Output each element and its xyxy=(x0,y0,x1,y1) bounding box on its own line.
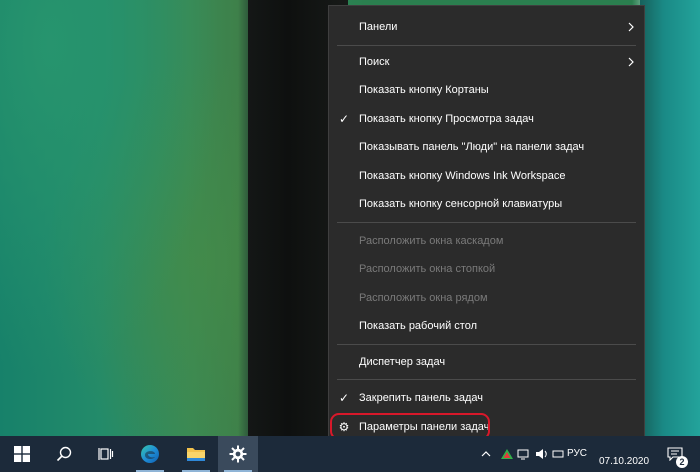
keyboard-icon xyxy=(552,450,564,458)
menu-item-label: Диспетчер задач xyxy=(359,356,446,368)
menu-separator xyxy=(337,45,636,46)
menu-item-panels[interactable]: Панели xyxy=(329,13,644,41)
taskbar-context-menu: Панели Поиск Показать кнопку Кортаны ✓ П… xyxy=(328,5,645,441)
network-icon xyxy=(517,449,529,460)
task-view-icon xyxy=(98,448,114,460)
menu-separator xyxy=(337,222,636,223)
menu-item-stack-windows: Расположить окна стопкой xyxy=(329,255,644,283)
tray-app-button[interactable] xyxy=(498,436,516,472)
wallpaper-water-right xyxy=(640,0,700,436)
menu-item-label: Показать кнопку Кортаны xyxy=(359,84,489,96)
menu-item-label: Показать рабочий стол xyxy=(359,320,478,332)
submenu-arrow-icon xyxy=(628,57,634,67)
wallpaper-water-left xyxy=(0,0,250,436)
gear-icon xyxy=(229,445,247,463)
menu-item-show-cortana-button[interactable]: Показать кнопку Кортаны xyxy=(329,76,644,104)
menu-item-label: Расположить окна каскадом xyxy=(359,235,504,247)
app-tray-icon xyxy=(501,449,513,459)
edge-browser-icon xyxy=(141,445,159,463)
menu-item-search[interactable]: Поиск xyxy=(329,48,644,76)
menu-separator xyxy=(337,379,636,380)
menu-item-side-by-side-windows: Расположить окна рядом xyxy=(329,284,644,312)
menu-item-show-people-panel[interactable]: Показывать панель "Люди" на панели задач xyxy=(329,133,644,161)
menu-item-show-desktop[interactable]: Показать рабочий стол xyxy=(329,312,644,340)
language-indicator[interactable]: РУС xyxy=(567,436,587,472)
input-indicator-button[interactable] xyxy=(550,436,566,472)
notification-count-badge: 2 xyxy=(676,456,688,468)
chevron-up-icon xyxy=(481,451,491,457)
folder-icon xyxy=(187,448,205,461)
menu-item-label: Панели xyxy=(359,21,398,33)
menu-item-label: Расположить окна стопкой xyxy=(359,263,496,275)
settings-button[interactable] xyxy=(218,436,258,472)
menu-item-label: Показать кнопку Просмотра задач xyxy=(359,113,534,125)
checkmark-icon: ✓ xyxy=(338,391,350,405)
network-button[interactable] xyxy=(516,436,532,472)
menu-item-task-manager[interactable]: Диспетчер задач xyxy=(329,348,644,376)
taskbar[interactable]: РУС 07.10.2020 2 xyxy=(0,436,700,472)
menu-item-label: Показать кнопку сенсорной клавиатуры xyxy=(359,198,563,210)
show-hidden-icons-button[interactable] xyxy=(478,436,494,472)
menu-item-label: Закрепить панель задач xyxy=(359,392,484,404)
menu-item-label: Поиск xyxy=(359,56,390,68)
menu-item-cascade-windows: Расположить окна каскадом xyxy=(329,227,644,255)
windows-logo-icon xyxy=(14,446,30,462)
task-view-button[interactable] xyxy=(86,436,126,472)
desktop[interactable]: Панели Поиск Показать кнопку Кортаны ✓ П… xyxy=(0,0,700,472)
checkmark-icon: ✓ xyxy=(338,112,350,126)
edge-button[interactable] xyxy=(130,436,170,472)
menu-item-lock-taskbar[interactable]: ✓ Закрепить панель задач xyxy=(329,384,644,412)
start-button[interactable] xyxy=(2,436,42,472)
clock-date[interactable]: 07.10.2020 xyxy=(596,455,652,469)
file-explorer-button[interactable] xyxy=(176,436,216,472)
search-icon xyxy=(56,446,72,462)
menu-item-label: Показывать панель "Люди" на панели задач xyxy=(359,141,585,153)
menu-item-label: Показать кнопку Windows Ink Workspace xyxy=(359,170,566,182)
menu-item-show-touch-keyboard-button[interactable]: Показать кнопку сенсорной клавиатуры xyxy=(329,190,644,218)
volume-button[interactable] xyxy=(534,436,550,472)
menu-item-label: Расположить окна рядом xyxy=(359,292,488,304)
search-button[interactable] xyxy=(44,436,84,472)
speaker-icon xyxy=(536,449,547,459)
menu-separator xyxy=(337,344,636,345)
menu-item-show-task-view-button[interactable]: ✓ Показать кнопку Просмотра задач xyxy=(329,105,644,133)
menu-item-show-windows-ink-button[interactable]: Показать кнопку Windows Ink Workspace xyxy=(329,162,644,190)
submenu-arrow-icon xyxy=(628,22,634,32)
menu-item-label: Параметры панели задач xyxy=(359,421,490,433)
